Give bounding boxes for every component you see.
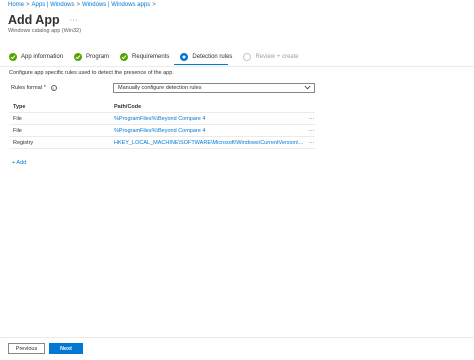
breadcrumb: Home > Apps | Windows > Windows | Windows ap… [8, 2, 158, 8]
checkmark-icon [9, 53, 17, 61]
step-review-create[interactable]: Review + create [243, 53, 299, 61]
current-step-icon [180, 53, 189, 61]
rule-type: File [13, 115, 22, 122]
rules-format-dropdown[interactable]: Manually configure detection rules [113, 83, 315, 93]
step-label: App information [21, 54, 64, 60]
checkmark-icon [74, 53, 83, 61]
info-icon[interactable]: i [50, 85, 57, 91]
step-app-information[interactable]: App information [9, 53, 63, 61]
step-label: Program [86, 54, 110, 60]
page-title: Add App [8, 13, 60, 27]
row-more-button[interactable]: ··· [304, 128, 315, 134]
table-row: File %ProgramFiles%\Beyond Compare 4 ··· [9, 125, 315, 137]
breadcrumb-windows-apps[interactable]: Windows | Windows apps [82, 2, 150, 8]
active-step-indicator [174, 64, 228, 65]
column-header-path: Path/Code [114, 103, 142, 110]
rule-path-link[interactable]: %ProgramFiles%\Beyond Compare 4 [114, 116, 304, 122]
add-rule-link[interactable]: + Add [12, 160, 26, 166]
step-requirements[interactable]: Requirements [120, 53, 169, 61]
rules-format-label-row: Rules format * i [11, 85, 57, 91]
rules-format-value: Manually configure detection rules [118, 85, 202, 91]
table-header: Type Path/Code [9, 101, 315, 113]
divider [0, 66, 474, 67]
breadcrumb-separator: > [26, 2, 30, 8]
checkmark-icon [120, 53, 129, 61]
rules-format-label: Rules format * [11, 85, 46, 91]
next-button[interactable]: Next [49, 343, 83, 354]
footer-divider [0, 337, 474, 338]
step-detection-rules[interactable]: Detection rules [180, 53, 232, 61]
chevron-down-icon [304, 85, 311, 92]
breadcrumb-apps-windows[interactable]: Apps | Windows [32, 2, 75, 8]
previous-button[interactable]: Previous [8, 343, 45, 354]
row-more-button[interactable]: ··· [304, 140, 315, 146]
rule-path-link[interactable]: HKEY_LOCAL_MACHINE\SOFTWARE\Microsoft\Wi… [114, 140, 304, 146]
table-row: Registry HKEY_LOCAL_MACHINE\SOFTWARE\Mic… [9, 137, 315, 149]
wizard-steps: App information Program Requirements Det… [9, 52, 310, 62]
column-header-type: Type [13, 103, 26, 110]
rule-path-link[interactable]: %ProgramFiles%\Beyond Compare 4 [114, 128, 304, 134]
breadcrumb-separator: > [76, 2, 80, 8]
pending-step-icon [243, 53, 252, 61]
breadcrumb-separator: > [152, 2, 156, 8]
table-row: File %ProgramFiles%\Beyond Compare 4 ··· [9, 113, 315, 125]
row-more-button[interactable]: ··· [304, 116, 315, 122]
step-label: Review + create [255, 54, 299, 60]
step-label: Requirements [132, 54, 170, 60]
breadcrumb-home[interactable]: Home [8, 2, 24, 8]
title-row: Add App ··· [8, 13, 78, 27]
detection-rules-table: Type Path/Code File %ProgramFiles%\Beyon… [9, 101, 315, 149]
more-options-button[interactable]: ··· [70, 17, 79, 24]
page-subtitle: Windows catalog app (Win32) [8, 28, 82, 34]
rule-type: File [13, 127, 22, 134]
step-label: Detection rules [192, 54, 233, 60]
detection-description: Configure app specific rules used to det… [9, 70, 174, 76]
rule-type: Registry [13, 139, 34, 146]
step-program[interactable]: Program [74, 53, 109, 61]
